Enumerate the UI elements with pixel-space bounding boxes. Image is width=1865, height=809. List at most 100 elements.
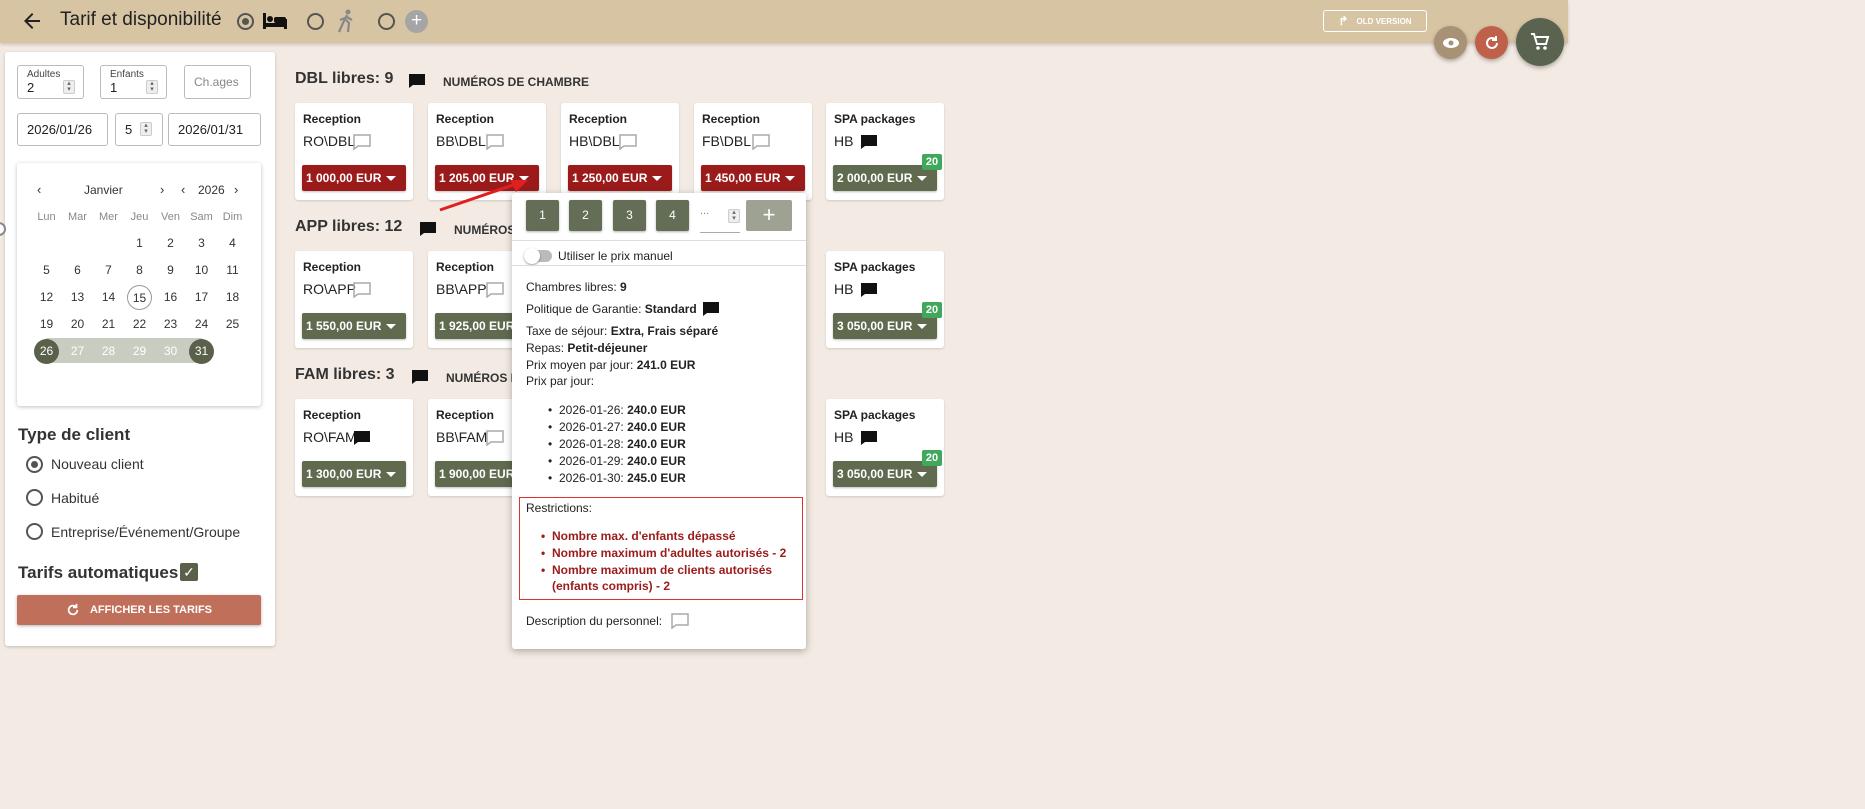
calendar-day[interactable]: 29 xyxy=(127,339,152,364)
calendar-day[interactable]: 9 xyxy=(158,258,183,283)
cart-fab[interactable] xyxy=(1516,18,1564,66)
price-dropdown-button[interactable]: 1 000,00 EUR xyxy=(302,165,406,191)
price-dropdown-button[interactable]: 1 300,00 EUR xyxy=(302,461,406,487)
price-dropdown-button[interactable]: 1 450,00 EUR xyxy=(701,165,805,191)
room-numbers-link[interactable]: NUMÉROS DE CHAMBRE xyxy=(443,75,589,89)
restriction-item: Nombre maximum d'adultes autorisés - 2 xyxy=(541,545,792,561)
share-arrow-icon: ↱ xyxy=(1338,14,1349,28)
message-icon[interactable] xyxy=(860,282,878,298)
auto-rates-checkbox[interactable]: ✓ xyxy=(180,563,198,581)
mode-radio-room[interactable] xyxy=(237,13,254,30)
message-icon[interactable] xyxy=(860,430,878,446)
qty-button-1[interactable]: 1 xyxy=(526,200,559,231)
weekday-header: Mar xyxy=(68,211,87,223)
calendar-day[interactable]: 14 xyxy=(96,285,121,310)
nights-stepper[interactable]: ▴ ▾ xyxy=(140,122,152,136)
date-from-input[interactable]: 2026/01/26 xyxy=(17,113,108,146)
mode-radio-walkin[interactable] xyxy=(307,13,324,30)
calendar-day[interactable]: 21 xyxy=(96,312,121,337)
guarantee-line: Politique de Garantie: Standard xyxy=(526,302,697,316)
next-year-icon[interactable]: › xyxy=(234,182,238,197)
children-field[interactable]: Enfants 1 ▴ ▾ xyxy=(100,65,167,99)
refresh-fab[interactable] xyxy=(1475,26,1508,59)
message-outline-icon[interactable] xyxy=(486,282,504,298)
calendar-day[interactable]: 2 xyxy=(158,231,183,256)
qty-stepper[interactable]: ▴ ▾ xyxy=(728,209,740,223)
client-radio-regular[interactable] xyxy=(26,489,43,506)
message-icon[interactable] xyxy=(860,134,878,150)
message-icon[interactable] xyxy=(419,221,437,237)
message-outline-icon[interactable] xyxy=(353,134,371,150)
message-icon[interactable] xyxy=(702,301,720,317)
calendar-day[interactable]: 31 xyxy=(189,339,214,364)
message-outline-icon[interactable] xyxy=(486,430,504,446)
calendar-day[interactable]: 3 xyxy=(189,231,214,256)
calendar-day[interactable]: 7 xyxy=(96,258,121,283)
calendar-day[interactable]: 1 xyxy=(127,231,152,256)
message-icon[interactable] xyxy=(411,369,429,385)
rate-card-title: Reception xyxy=(436,112,495,126)
custom-qty-input[interactable]: ... ▴ ▾ xyxy=(700,205,740,233)
calendar-day[interactable]: 16 xyxy=(158,285,183,310)
calendar-day[interactable]: 5 xyxy=(34,258,59,283)
date-to-input[interactable]: 2026/01/31 xyxy=(168,113,261,146)
preview-button[interactable] xyxy=(1434,26,1467,59)
show-rates-button[interactable]: AFFICHER LES TARIFS xyxy=(17,595,261,625)
calendar-day[interactable]: 30 xyxy=(158,339,183,364)
qty-button-2[interactable]: 2 xyxy=(569,200,602,231)
calendar-day[interactable]: 19 xyxy=(34,312,59,337)
room-numbers-link[interactable]: NUMÉROS D xyxy=(446,371,519,385)
message-outline-icon[interactable] xyxy=(752,134,770,150)
message-icon[interactable] xyxy=(353,430,371,446)
client-radio-new[interactable] xyxy=(26,456,43,473)
calendar-day[interactable]: 11 xyxy=(220,258,245,283)
calendar-day[interactable]: 23 xyxy=(158,312,183,337)
calendar-day[interactable]: 22 xyxy=(127,312,152,337)
room-numbers-link[interactable]: NUMÉROS xyxy=(454,223,515,237)
adults-field[interactable]: Adultes 2 ▴ ▾ xyxy=(17,65,84,99)
add-circle-icon[interactable]: + xyxy=(405,10,428,33)
message-outline-icon[interactable] xyxy=(353,282,371,298)
price-dropdown-button[interactable]: 1 550,00 EUR xyxy=(302,313,406,339)
message-outline-icon[interactable] xyxy=(619,134,637,150)
calendar-day[interactable]: 6 xyxy=(65,258,90,283)
calendar-day[interactable]: 12 xyxy=(34,285,59,310)
calendar-day[interactable]: 28 xyxy=(96,339,121,364)
old-version-button[interactable]: ↱ OLD VERSION xyxy=(1323,10,1427,32)
calendar-day[interactable]: 10 xyxy=(189,258,214,283)
calendar-day[interactable]: 24 xyxy=(189,312,214,337)
message-outline-icon[interactable] xyxy=(671,613,689,629)
calendar-day[interactable]: 18 xyxy=(220,285,245,310)
prev-year-icon[interactable]: ‹ xyxy=(181,182,185,197)
qty-button-4[interactable]: 4 xyxy=(656,200,689,231)
calendar-day[interactable]: 8 xyxy=(127,258,152,283)
price-dropdown-button[interactable]: 1 250,00 EUR xyxy=(568,165,672,191)
qty-button-3[interactable]: 3 xyxy=(613,200,646,231)
calendar-day[interactable]: 15 xyxy=(127,285,152,310)
meal-line: Repas: Petit-déjeuner xyxy=(526,341,648,355)
client-radio-company[interactable] xyxy=(26,523,43,540)
back-arrow-icon[interactable] xyxy=(20,9,44,33)
children-ages-input[interactable]: Ch.ages xyxy=(184,65,251,99)
calendar-day[interactable]: 26 xyxy=(34,339,59,364)
calendar-day[interactable]: 17 xyxy=(189,285,214,310)
mode-radio-add[interactable] xyxy=(378,13,395,30)
free-rooms-line: Chambres libres: 9 xyxy=(526,280,627,294)
prev-month-icon[interactable]: ‹ xyxy=(37,182,41,197)
next-month-icon[interactable]: › xyxy=(160,182,164,197)
calendar-day[interactable]: 25 xyxy=(220,312,245,337)
add-to-cart-button[interactable]: + xyxy=(746,200,792,231)
calendar-day[interactable]: 27 xyxy=(65,339,90,364)
calendar-day[interactable]: 4 xyxy=(220,231,245,256)
page-title: Tarif et disponibilité xyxy=(60,9,222,30)
adults-stepper[interactable]: ▴ ▾ xyxy=(63,80,75,94)
nights-input[interactable]: 5 ▴ ▾ xyxy=(115,113,163,146)
calendar-day[interactable]: 13 xyxy=(65,285,90,310)
eye-icon xyxy=(1442,37,1459,48)
children-stepper[interactable]: ▴ ▾ xyxy=(146,80,158,94)
calendar-day[interactable]: 20 xyxy=(65,312,90,337)
price-label: 1 900,00 EUR xyxy=(439,467,515,481)
manual-price-toggle[interactable] xyxy=(524,248,552,264)
message-outline-icon[interactable] xyxy=(486,134,504,150)
message-icon[interactable] xyxy=(408,73,426,89)
